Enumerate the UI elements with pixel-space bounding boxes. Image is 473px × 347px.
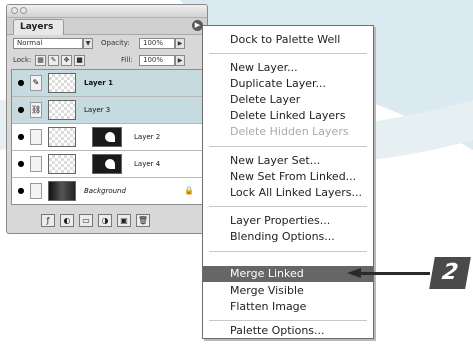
adjustment-layer-icon[interactable]: ◑	[98, 214, 112, 227]
layer-name[interactable]: Layer 1	[84, 79, 113, 87]
menu-item-delete-layer[interactable]: Delete Layer	[203, 92, 373, 108]
lock-paint-icon[interactable]: ✎	[48, 55, 59, 66]
lock-all-icon[interactable]: ■	[74, 55, 85, 66]
layer-mask-thumbnail	[92, 154, 122, 174]
layer-name[interactable]: Layer 3	[84, 106, 110, 114]
menu-separator	[209, 251, 367, 252]
blend-opacity-row: Normal ▼ Opacity: 100% ▶	[7, 35, 207, 52]
blend-mode-arrow-icon[interactable]: ▼	[83, 38, 93, 49]
blend-mode-select[interactable]: Normal	[13, 38, 83, 49]
opacity-arrow-icon[interactable]: ▶	[175, 38, 185, 49]
menu-separator	[209, 146, 367, 147]
layer-row[interactable]: ● ⛓ Layer 3	[12, 97, 202, 124]
menu-item-lock-all-linked-layers[interactable]: Lock All Linked Layers...	[203, 185, 373, 201]
callout-line	[360, 272, 430, 275]
menu-item-new-layer[interactable]: New Layer...	[203, 60, 373, 76]
menu-separator	[209, 320, 367, 321]
layer-name[interactable]: Layer 2	[134, 133, 160, 141]
menu-item-flatten-image[interactable]: Flatten Image	[203, 299, 373, 315]
layer-row[interactable]: ● Layer 2	[12, 124, 202, 151]
opacity-label: Opacity:	[101, 39, 130, 47]
eye-icon[interactable]: ●	[15, 132, 27, 141]
fill-arrow-icon[interactable]: ▶	[175, 55, 185, 66]
lock-icon: 🔒	[184, 186, 194, 195]
layer-row[interactable]: ● Layer 4	[12, 151, 202, 178]
lock-move-icon[interactable]: ✥	[61, 55, 72, 66]
layers-palette-menu: Dock to Palette Well New Layer... Duplic…	[202, 25, 374, 339]
layer-thumbnail	[48, 100, 76, 120]
link-icon[interactable]: ⛓	[30, 102, 42, 118]
menu-separator	[209, 206, 367, 207]
eye-icon[interactable]: ●	[15, 186, 27, 195]
layer-style-icon[interactable]: ƒ	[41, 214, 55, 227]
menu-item-palette-options[interactable]: Palette Options...	[203, 323, 373, 339]
layers-palette: Layers ▶ Normal ▼ Opacity: 100% ▶ Lock: …	[6, 4, 208, 234]
layer-thumbnail	[48, 73, 76, 93]
layer-row[interactable]: ● ✎ Layer 1	[12, 70, 202, 97]
menu-item-delete-linked-layers[interactable]: Delete Linked Layers	[203, 108, 373, 124]
layer-name[interactable]: Background	[84, 187, 126, 195]
close-icon[interactable]	[11, 7, 18, 14]
fill-field[interactable]: 100%	[139, 55, 175, 66]
link-toggle-icon[interactable]	[30, 129, 42, 145]
callout-arrow-icon	[347, 268, 361, 278]
tab-layers[interactable]: Layers	[13, 19, 65, 35]
layer-thumbnail	[48, 127, 76, 147]
opacity-field[interactable]: 100%	[139, 38, 175, 49]
link-toggle-icon[interactable]	[30, 156, 42, 172]
menu-item-dock-to-palette-well[interactable]: Dock to Palette Well	[203, 32, 373, 48]
menu-item-duplicate-layer[interactable]: Duplicate Layer...	[203, 76, 373, 92]
menu-item-layer-properties[interactable]: Layer Properties...	[203, 213, 373, 229]
layer-thumbnail	[48, 154, 76, 174]
step-badge: 2	[429, 257, 471, 289]
palette-titlebar	[7, 5, 207, 18]
layers-list: ● ✎ Layer 1 ● ⛓ Layer 3 ● Layer 2 ● Laye…	[11, 69, 203, 205]
lock-label: Lock:	[13, 56, 32, 64]
eye-icon[interactable]: ●	[15, 105, 27, 114]
layer-thumbnail	[48, 181, 76, 201]
brush-icon[interactable]: ✎	[30, 75, 42, 91]
menu-separator	[209, 53, 367, 54]
lock-transparent-icon[interactable]: ▦	[35, 55, 46, 66]
menu-item-blending-options[interactable]: Blending Options...	[203, 229, 373, 245]
menu-item-new-layer-set[interactable]: New Layer Set...	[203, 153, 373, 169]
palette-bottom-bar: ƒ ◐ ▭ ◑ ▣ 🗑	[11, 208, 203, 227]
menu-item-new-set-from-linked[interactable]: New Set From Linked...	[203, 169, 373, 185]
new-set-icon[interactable]: ▭	[79, 214, 93, 227]
layer-mask-thumbnail	[92, 127, 122, 147]
trash-icon[interactable]: 🗑	[136, 214, 150, 227]
link-toggle-icon[interactable]	[30, 183, 42, 199]
menu-item-delete-hidden-layers: Delete Hidden Layers	[230, 125, 349, 138]
minimize-icon[interactable]	[20, 7, 27, 14]
fill-label: Fill:	[121, 56, 133, 64]
layer-name[interactable]: Layer 4	[134, 160, 160, 168]
layer-row[interactable]: ● Background 🔒	[12, 178, 202, 205]
palette-tab-row: Layers ▶	[7, 18, 207, 35]
add-mask-icon[interactable]: ◐	[60, 214, 74, 227]
menu-item-merge-visible[interactable]: Merge Visible	[203, 283, 373, 299]
eye-icon[interactable]: ●	[15, 159, 27, 168]
lock-fill-row: Lock: ▦ ✎ ✥ ■ Fill: 100% ▶	[7, 52, 207, 69]
new-layer-icon[interactable]: ▣	[117, 214, 131, 227]
eye-icon[interactable]: ●	[15, 78, 27, 87]
